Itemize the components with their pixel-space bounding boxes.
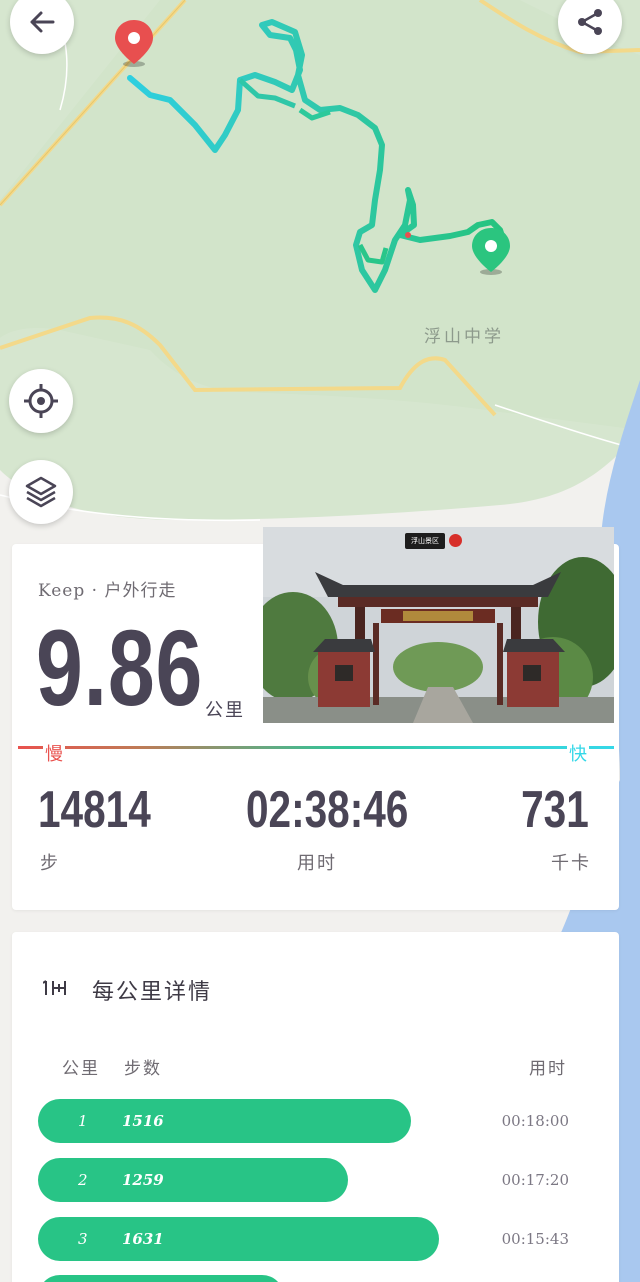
duration-label: 用时 (297, 853, 337, 874)
photo-watermark: 浮山景区 (405, 533, 445, 549)
workout-summary-card: Keep · 户外行走 9.86 公里 浮山景区 慢 快 14814 02:38… (12, 527, 619, 910)
km-index: 2 (78, 1171, 88, 1189)
km-time: 00:15:43 (501, 1230, 569, 1248)
km-steps: 1259 (122, 1171, 164, 1189)
map-place-label: 浮山中学 (424, 327, 504, 347)
km-time: 00:18:00 (501, 1112, 569, 1130)
pace-fast-label: 快 (567, 740, 589, 766)
steps-value: 14814 (38, 781, 151, 839)
km-split-row[interactable]: 3 1631 00:15:43 (12, 1217, 619, 1261)
splits-icon (43, 980, 66, 995)
back-arrow-icon (30, 11, 55, 33)
map-layers-button[interactable] (9, 460, 73, 524)
calories-value: 731 (521, 781, 589, 839)
pace-gradient-bar (18, 746, 614, 749)
photo-stamp-icon (449, 534, 462, 547)
activity-type-label: Keep · 户外行走 (38, 581, 177, 601)
distance-unit: 公里 (205, 700, 245, 721)
duration-value: 02:38:46 (246, 781, 409, 839)
crosshair-icon (24, 384, 58, 418)
header-km: 公里 (62, 1059, 100, 1079)
km-steps: 1631 (122, 1230, 164, 1248)
km-index: 3 (78, 1230, 88, 1248)
distance-value: 9.86 (36, 607, 204, 728)
km-index: 1 (78, 1112, 88, 1130)
km-steps-bar (38, 1099, 411, 1143)
km-split-row[interactable] (12, 1275, 619, 1282)
km-steps: 1516 (122, 1112, 164, 1130)
scenic-gate-photo (263, 527, 614, 723)
steps-label: 步 (40, 853, 60, 874)
km-steps-bar (38, 1275, 284, 1282)
share-icon (578, 9, 602, 35)
km-steps-bar (38, 1217, 439, 1261)
km-split-row[interactable]: 2 1259 00:17:20 (12, 1158, 619, 1202)
layers-icon (25, 476, 57, 508)
locate-button[interactable] (9, 369, 73, 433)
km-split-row[interactable]: 1 1516 00:18:00 (12, 1099, 619, 1143)
per-km-title: 每公里详情 (92, 980, 213, 1005)
pace-slow-label: 慢 (43, 740, 65, 766)
workout-photo[interactable]: 浮山景区 (263, 527, 614, 723)
per-km-details-card: 每公里详情 公里 步数 用时 1 1516 00:18:00 2 1259 00… (12, 932, 619, 1282)
header-time: 用时 (529, 1059, 567, 1079)
calories-label: 千卡 (551, 853, 591, 874)
start-pin-icon (115, 20, 153, 67)
workout-detail-screen: 浮山中学 Keep · 户外行走 9.86 公里 浮山景区 慢 快 14814 … (0, 0, 640, 1282)
km-time: 00:17:20 (501, 1171, 569, 1189)
end-pin-icon (472, 228, 510, 275)
header-steps: 步数 (124, 1059, 162, 1079)
